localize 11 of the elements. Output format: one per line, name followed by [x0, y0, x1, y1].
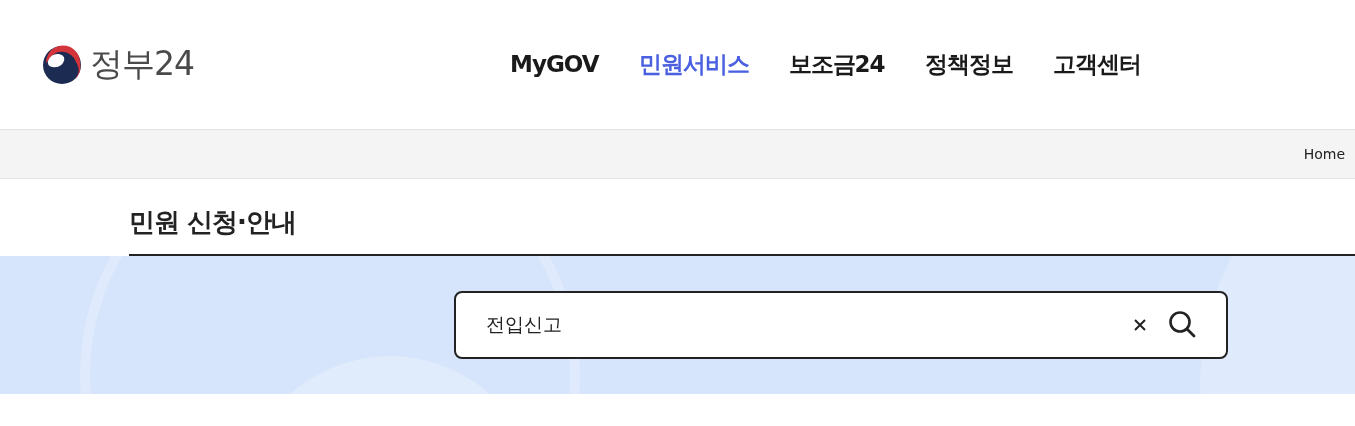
- nav-link[interactable]: 정책정보: [924, 49, 1013, 80]
- nav-link[interactable]: MyGOV: [510, 51, 599, 77]
- search-icon[interactable]: [1168, 310, 1196, 338]
- emblem-icon: [42, 44, 82, 85]
- breadcrumb-link[interactable]: Home: [1303, 146, 1345, 162]
- nav-link[interactable]: 고객센터: [1052, 49, 1141, 80]
- nav-link[interactable]: 민원서비스: [638, 49, 749, 80]
- logo-text[interactable]: 정부24: [90, 42, 194, 87]
- search-field[interactable]: 전입신고: [454, 291, 1228, 359]
- clear-icon[interactable]: [1134, 319, 1146, 331]
- nav-link[interactable]: 보조금24: [788, 49, 885, 80]
